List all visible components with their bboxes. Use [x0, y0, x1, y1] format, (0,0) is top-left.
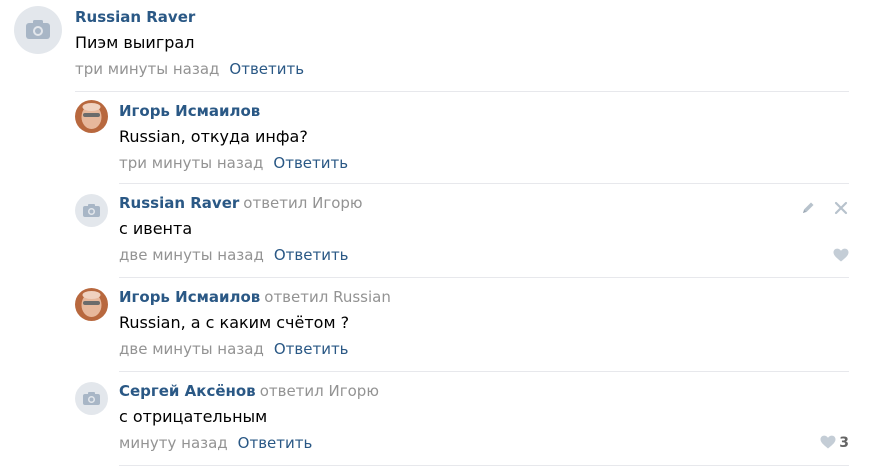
delete-x-icon[interactable] — [833, 200, 849, 216]
user-photo-icon — [75, 288, 108, 321]
comment-reply: Russian Raver ответил Игорю с ивента две … — [0, 184, 875, 278]
comment-text: с ивента — [119, 219, 193, 238]
comment-body: Russian Raver ответил Игорю с ивента две … — [119, 194, 363, 265]
comment-body: Игорь Исмаилов Russian, откуда инфа? три… — [119, 102, 348, 173]
replied-to[interactable]: ответил Russian — [264, 288, 391, 306]
replied-to[interactable]: ответил Игорю — [260, 382, 379, 400]
avatar[interactable] — [75, 100, 108, 133]
comment-time[interactable]: минуту назад — [119, 434, 228, 452]
avatar[interactable] — [14, 6, 62, 54]
user-photo-icon — [75, 100, 108, 133]
camera-icon — [26, 20, 50, 39]
avatar[interactable] — [75, 288, 108, 321]
comment-tools — [788, 198, 849, 216]
author-name[interactable]: Игорь Исмаилов — [119, 102, 260, 120]
comment-body: Russian Raver Пиэм выиграл три минуты на… — [75, 8, 304, 79]
author-name[interactable]: Сергей Аксёнов — [119, 382, 256, 400]
camera-icon — [83, 204, 100, 217]
avatar[interactable] — [75, 382, 108, 415]
comment-time[interactable]: две минуты назад — [119, 246, 264, 264]
comment-reply: Сергей Аксёнов ответил Игорю с отрицатель… — [0, 372, 875, 474]
reply-link[interactable]: Ответить — [238, 434, 313, 452]
comment-time[interactable]: три минуты назад — [75, 60, 219, 78]
author-name[interactable]: Russian Raver — [119, 194, 239, 212]
author-name[interactable]: Russian Raver — [75, 8, 195, 26]
like-button[interactable] — [833, 248, 849, 264]
heart-icon — [820, 435, 836, 449]
divider — [119, 465, 849, 466]
comment: Russian Raver Пиэм выиграл три минуты на… — [0, 0, 875, 92]
comment-time[interactable]: две минуты назад — [119, 340, 264, 358]
comment-text: с отрицательным — [119, 407, 268, 426]
reply-link[interactable]: Ответить — [229, 60, 304, 78]
reply-link[interactable]: Ответить — [274, 340, 349, 358]
comment-text: Russian, откуда инфа? — [119, 127, 308, 146]
comment-text: Пиэм выиграл — [75, 33, 195, 52]
reply-link[interactable]: Ответить — [274, 246, 349, 264]
replied-to[interactable]: ответил Игорю — [243, 194, 362, 212]
like-button[interactable]: 3 — [820, 435, 849, 451]
author-name[interactable]: Игорь Исмаилов — [119, 288, 260, 306]
heart-icon — [833, 248, 849, 262]
avatar[interactable] — [75, 194, 108, 227]
comment-time[interactable]: три минуты назад — [119, 154, 263, 172]
reply-link[interactable]: Ответить — [273, 154, 348, 172]
like-count: 3 — [839, 435, 849, 451]
comment-body: Игорь Исмаилов ответил Russian Russian, а… — [119, 288, 391, 359]
comment-reply: Игорь Исмаилов ответил Russian Russian, а… — [0, 278, 875, 372]
comment-body: Сергей Аксёнов ответил Игорю с отрицатель… — [119, 382, 379, 453]
comment-reply: Игорь Исмаилов Russian, откуда инфа? три… — [0, 92, 875, 184]
edit-pencil-icon[interactable] — [800, 200, 816, 216]
comment-text: Russian, а с каким счётом ? — [119, 313, 350, 332]
camera-icon — [83, 392, 100, 405]
